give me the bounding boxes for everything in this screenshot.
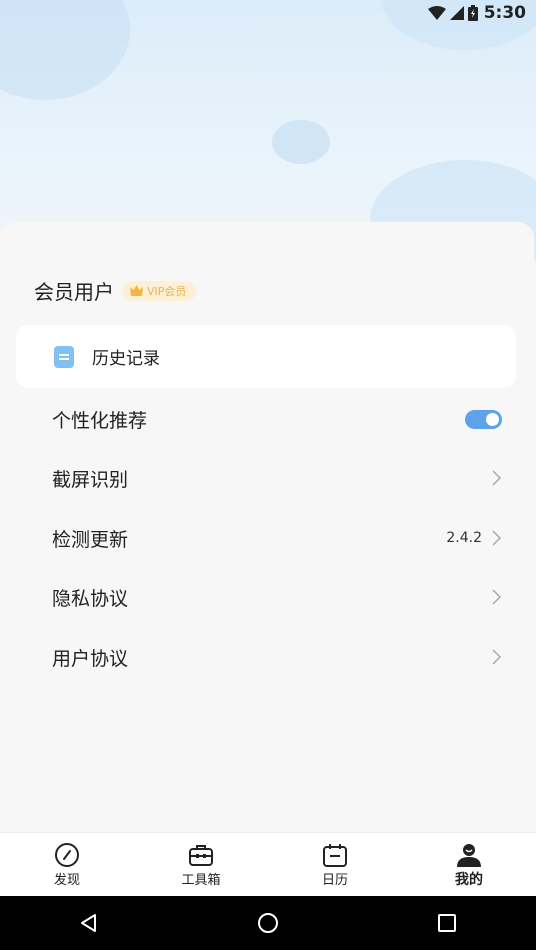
- status-bar: 5:30: [0, 0, 536, 26]
- settings-row-screenshot[interactable]: 截屏识别: [52, 458, 502, 498]
- chevron-right-icon: [492, 589, 502, 605]
- settings-row-label: 个性化推荐: [52, 409, 148, 432]
- settings-row-label: 检测更新: [52, 528, 129, 551]
- vip-badge-label: VIP会员: [147, 284, 187, 298]
- tab-mine[interactable]: 我的: [402, 833, 536, 896]
- version-value: 2.4.2: [446, 530, 482, 546]
- toolbox-icon: [189, 845, 213, 866]
- user-icon: [457, 844, 481, 867]
- settings-row-privacy[interactable]: 隐私协议: [52, 577, 502, 617]
- tab-discover[interactable]: 发现: [0, 833, 134, 896]
- tab-calendar[interactable]: 日历: [268, 833, 402, 896]
- settings-row-update[interactable]: 检测更新 2.4.2: [52, 518, 502, 558]
- background-bubble: [272, 120, 330, 164]
- settings-row-label: 用户协议: [52, 647, 129, 670]
- settings-row-label: 隐私协议: [52, 587, 129, 610]
- chevron-right-icon: [492, 649, 502, 665]
- status-time: 5:30: [483, 3, 526, 23]
- settings-row-personalized[interactable]: 个性化推荐: [52, 399, 502, 439]
- wifi-icon: [427, 6, 446, 20]
- settings-row-user-agreement[interactable]: 用户协议: [52, 637, 502, 677]
- profile-header: 会员用户 VIP会员: [34, 276, 197, 305]
- username: 会员用户: [34, 280, 114, 304]
- home-icon[interactable]: [257, 912, 279, 934]
- system-navigation-bar: [0, 896, 536, 950]
- compass-icon: [55, 843, 79, 867]
- battery-icon: [467, 5, 478, 21]
- signal-icon: [449, 6, 464, 20]
- tab-label: 日历: [321, 873, 348, 888]
- chevron-right-icon: [492, 470, 502, 486]
- history-record-item[interactable]: 历史记录: [16, 325, 516, 388]
- settings-row-label: 截屏识别: [52, 468, 129, 491]
- tab-label: 我的: [455, 872, 483, 888]
- calendar-icon: [323, 844, 347, 867]
- tab-label: 发现: [53, 873, 80, 888]
- recents-icon[interactable]: [436, 912, 458, 934]
- document-icon: [54, 345, 74, 368]
- history-label: 历史记录: [92, 349, 160, 369]
- app-screen: 5:30 会员用户 VIP会员 历史记录 个性化推荐 截屏识别 检测更新 2.4…: [0, 0, 536, 950]
- back-icon[interactable]: [78, 912, 100, 934]
- personalized-toggle[interactable]: [465, 409, 502, 429]
- chevron-right-icon: [492, 530, 502, 546]
- bottom-tab-bar: 发现 工具箱 日历 我的: [0, 832, 536, 896]
- tab-label: 工具箱: [181, 873, 221, 888]
- tab-toolbox[interactable]: 工具箱: [134, 833, 268, 896]
- crown-icon: [130, 285, 143, 296]
- vip-badge[interactable]: VIP会员: [122, 280, 197, 301]
